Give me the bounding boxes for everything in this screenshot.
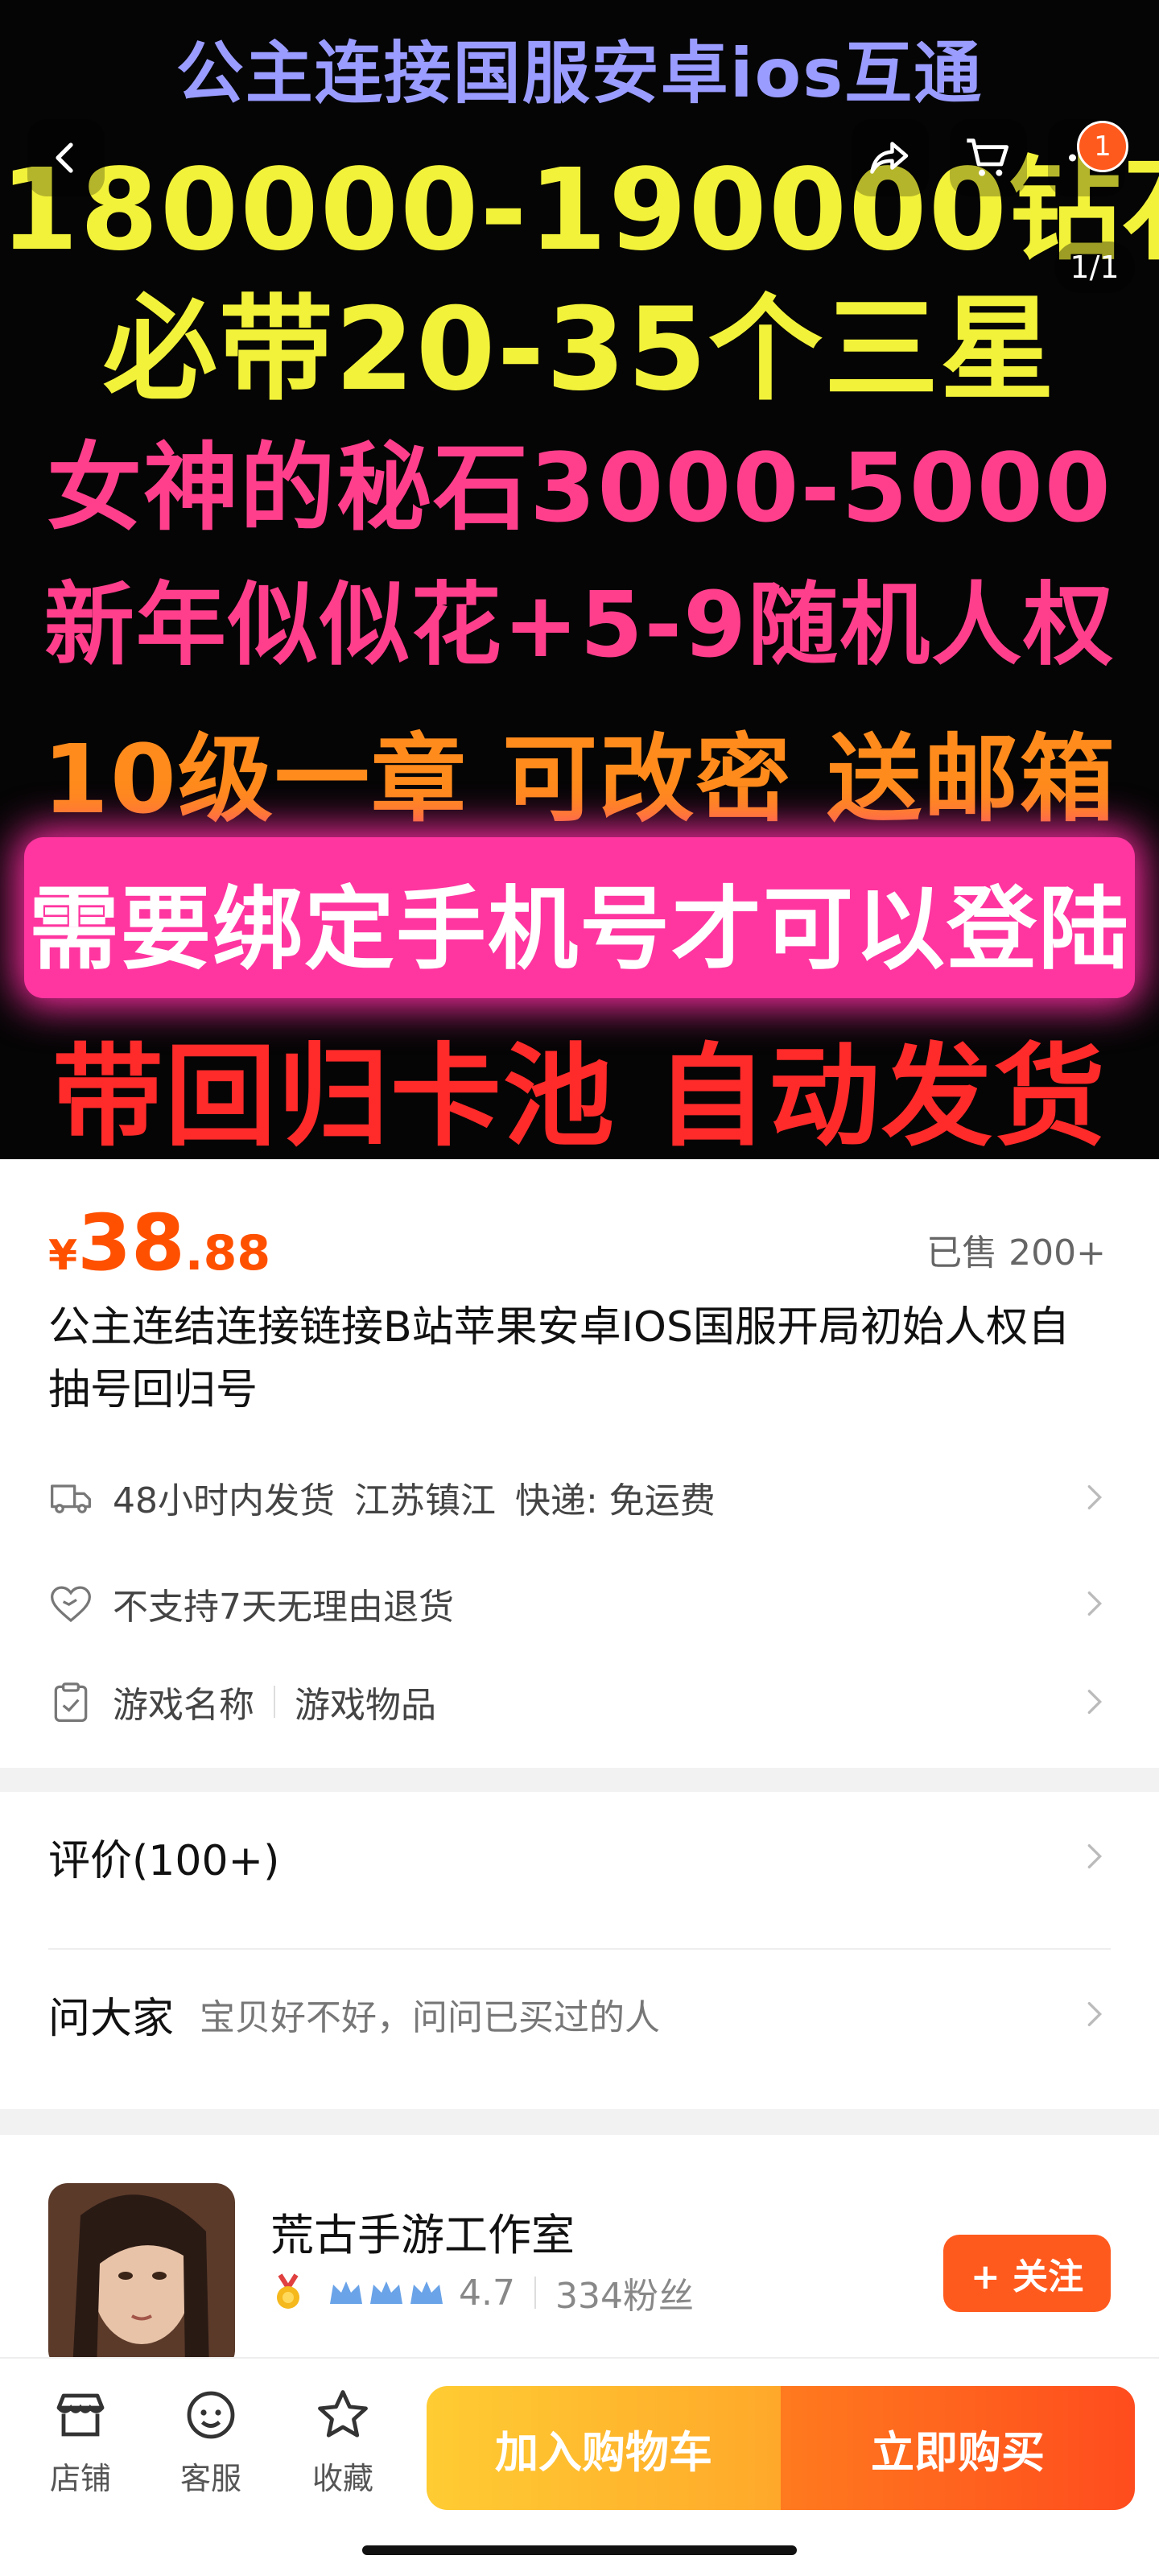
- param-divider: [274, 1686, 275, 1718]
- banner-line-1: 公主连接国服安卓ios互通: [175, 34, 984, 113]
- favorite-tab[interactable]: 收藏: [287, 2386, 399, 2499]
- chevron-right-icon: [1087, 1485, 1103, 1509]
- shop-tab[interactable]: 店铺: [24, 2386, 137, 2499]
- meta-divider: [534, 2277, 536, 2309]
- banner-line-5: 新年似似花+5-9随机人权: [43, 573, 1116, 678]
- store-meta: 4.7 334粉丝: [270, 2267, 694, 2318]
- share-icon: [870, 142, 909, 174]
- store-fans: 334粉丝: [555, 2276, 694, 2317]
- share-button[interactable]: [852, 119, 929, 196]
- store-rating: 4.7: [459, 2272, 515, 2314]
- price-integer: 38: [77, 1198, 185, 1288]
- shipping-location: 江苏镇江: [354, 1480, 496, 1521]
- ask-title: 问大家: [48, 1994, 175, 2043]
- service-tab[interactable]: 客服: [155, 2386, 267, 2499]
- banner-line-8: 带回归卡池 自动发货: [52, 1032, 1107, 1159]
- price-decimal: .88: [184, 1225, 271, 1282]
- shipping-row[interactable]: 48小时内发货 江苏镇江 快递: 免运费: [48, 1465, 1111, 1530]
- product-detail-page: 公主连接国服安卓ios互通 180000-190000钻石 必带20-35个三星…: [0, 0, 1159, 2576]
- image-counter: 1/1: [1054, 242, 1135, 293]
- banner-line-7: 需要绑定手机号才可以登陆: [29, 877, 1130, 982]
- return-policy-text: 不支持7天无理由退货: [113, 1587, 454, 1628]
- medal-icon: [277, 2273, 299, 2309]
- service-tab-label: 客服: [179, 2461, 241, 2496]
- chevron-right-icon: [1087, 1844, 1103, 1868]
- reviews-section: 评价(100+) 问大家 宝贝好不好，问问已买过的人: [0, 1792, 1159, 2109]
- store-icon: [56, 2393, 105, 2437]
- cart-icon: [967, 138, 1009, 176]
- favorite-tab-label: 收藏: [311, 2461, 373, 2496]
- product-title: 公主连结连接链接B站苹果安卓IOS国服开局初始人权自抽号回归号: [48, 1303, 1070, 1414]
- banner-line-4: 女神的秘石3000-5000: [47, 432, 1112, 543]
- shipping-courier: 快递: 免运费: [515, 1480, 716, 1521]
- banner-line-6: 10级一章 可改密 送邮箱: [42, 724, 1117, 835]
- sold-count: 已售 200+: [926, 1232, 1106, 1274]
- product-image-banner[interactable]: 公主连接国服安卓ios互通 180000-190000钻石 必带20-35个三星…: [0, 0, 1159, 1159]
- price-symbol: ¥: [48, 1232, 78, 1280]
- follow-button[interactable]: + 关注: [943, 2235, 1111, 2312]
- product-info-card: ¥38.88 已售 200+ 公主连结连接链接B站苹果安卓IOS国服开局初始人权…: [0, 1159, 1159, 1768]
- reviews-title: 评价(100+): [48, 1836, 280, 1885]
- add-to-cart-button[interactable]: 加入购物车: [427, 2386, 781, 2510]
- back-button[interactable]: [27, 119, 105, 196]
- customer-service-icon: [187, 2391, 235, 2439]
- heart-shield-icon: [48, 1581, 93, 1626]
- chevron-right-icon: [1087, 2002, 1103, 2026]
- store-name[interactable]: 荒古手游工作室: [270, 2199, 575, 2263]
- cart-button[interactable]: [950, 119, 1027, 196]
- star-icon: [318, 2390, 368, 2438]
- reviews-row[interactable]: 评价(100+): [48, 1792, 1111, 1921]
- ask-subtitle: 宝贝好不好，问问已买过的人: [200, 1997, 661, 2038]
- ask-everyone-row[interactable]: 问大家 宝贝好不好，问问已买过的人: [48, 1950, 1111, 2079]
- store-section: 荒古手游工作室 4.7 334粉丝 + 关注: [0, 2135, 1159, 2370]
- cart-count-badge: 1: [1077, 121, 1128, 172]
- chevron-right-icon: [1087, 1690, 1103, 1714]
- banner-line-3: 必带20-35个三星: [102, 283, 1057, 416]
- return-policy-row[interactable]: 不支持7天无理由退货: [48, 1571, 1111, 1636]
- param-game-item: 游戏物品: [295, 1685, 436, 1726]
- params-row[interactable]: 游戏名称 游戏物品: [48, 1670, 1111, 1734]
- price: ¥38.88: [48, 1198, 270, 1288]
- crown-rating-icon: [330, 2281, 443, 2304]
- buy-now-button[interactable]: 立即购买: [781, 2386, 1135, 2510]
- bottom-action-bar: 店铺 客服 收藏 加入购物车 立即购买: [0, 2357, 1159, 2576]
- truck-icon: [48, 1475, 93, 1520]
- store-avatar[interactable]: [48, 2183, 235, 2370]
- chevron-left-icon: [56, 142, 73, 173]
- home-indicator: [362, 2545, 797, 2555]
- shop-tab-label: 店铺: [49, 2461, 111, 2496]
- clipboard-icon: [48, 1679, 93, 1724]
- param-game-name: 游戏名称: [113, 1685, 254, 1726]
- shipping-time: 48小时内发货: [113, 1480, 335, 1521]
- chevron-right-icon: [1087, 1591, 1103, 1616]
